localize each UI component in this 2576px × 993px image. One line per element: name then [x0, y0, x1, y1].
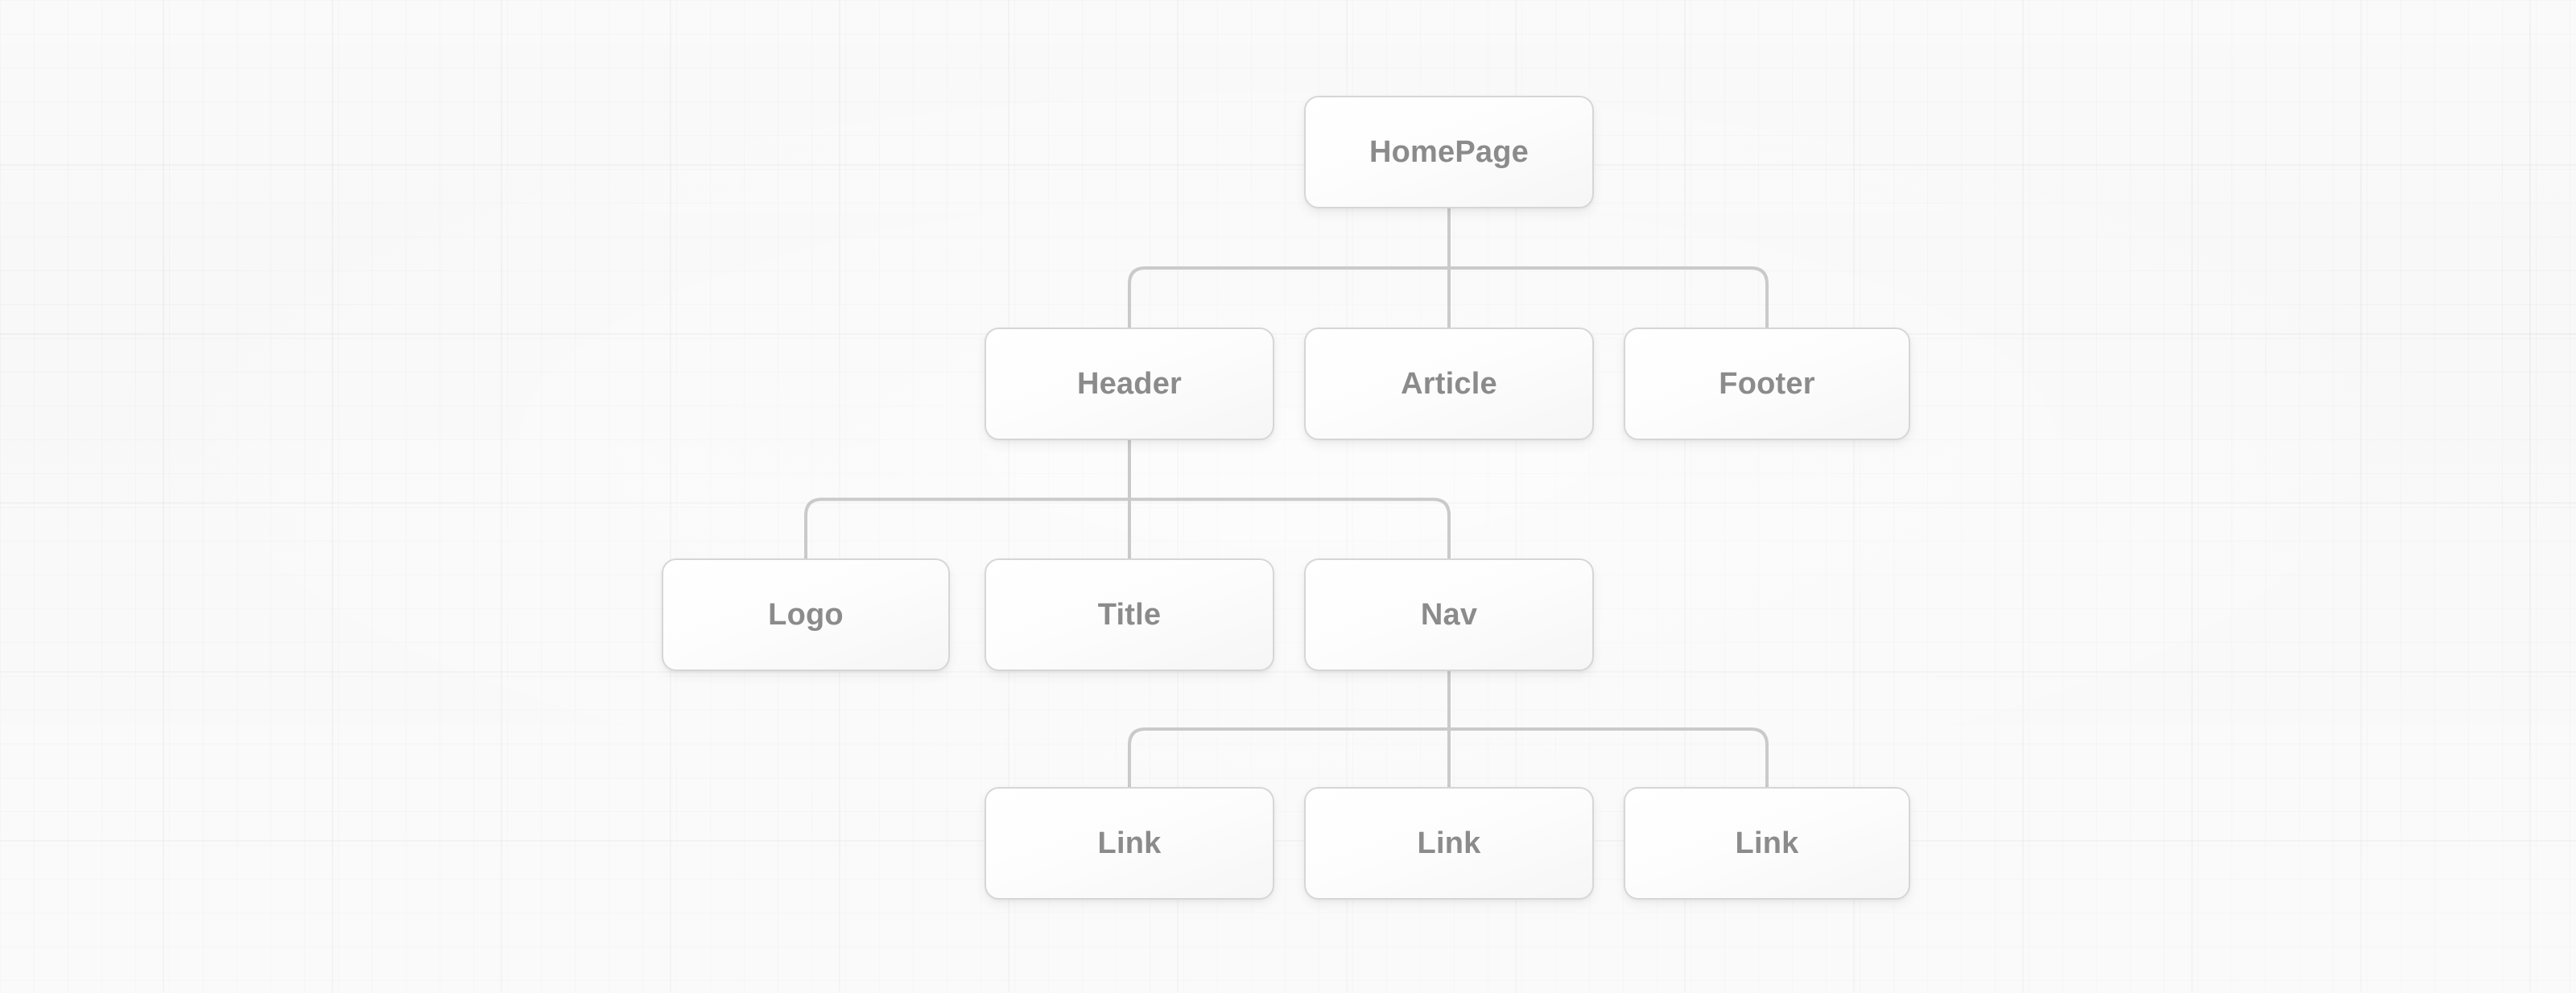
node-nav[interactable]: Nav: [1304, 558, 1594, 671]
node-footer[interactable]: Footer: [1624, 328, 1910, 440]
node-article[interactable]: Article: [1304, 328, 1594, 440]
e-homepage-header: [1128, 266, 1451, 329]
node-label: Article: [1401, 366, 1497, 401]
node-label: Link: [1735, 826, 1799, 860]
e-nav-link1: [1128, 727, 1451, 789]
node-link3[interactable]: Link: [1624, 787, 1910, 900]
node-title[interactable]: Title: [985, 558, 1274, 671]
node-label: Logo: [768, 597, 844, 632]
node-logo[interactable]: Logo: [662, 558, 950, 671]
node-label: HomePage: [1368, 134, 1529, 169]
node-label: Link: [1097, 826, 1162, 860]
node-link1[interactable]: Link: [985, 787, 1274, 900]
e-header-nav: [1128, 497, 1451, 560]
node-link2[interactable]: Link: [1304, 787, 1594, 900]
node-label: Footer: [1719, 366, 1815, 401]
node-label: Title: [1097, 597, 1162, 632]
diagram-canvas[interactable]: HomePage Header Article Footer Logo Title Nav L…: [0, 0, 2576, 993]
node-homepage[interactable]: HomePage: [1304, 96, 1594, 208]
edge-layer: [804, 207, 1769, 789]
e-homepage-footer: [1447, 266, 1769, 329]
node-label: Nav: [1420, 597, 1478, 632]
node-header[interactable]: Header: [985, 328, 1274, 440]
node-label: Link: [1417, 826, 1481, 860]
e-nav-link3: [1447, 727, 1769, 789]
node-label: Header: [1076, 366, 1183, 401]
e-header-logo: [804, 497, 1131, 560]
